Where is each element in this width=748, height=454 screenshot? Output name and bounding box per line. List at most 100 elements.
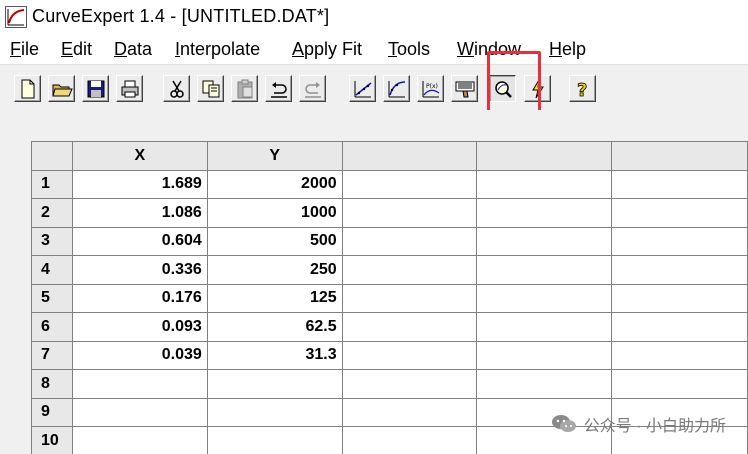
title-bar: CurveExpert 1.4 - [UNTITLED.DAT*] [0, 0, 748, 36]
column-header-3[interactable] [341, 141, 478, 171]
menu-file[interactable]: File [10, 39, 39, 60]
cell-empty[interactable] [476, 226, 613, 256]
interpolation-button[interactable] [451, 75, 478, 102]
cell-empty[interactable] [611, 198, 748, 228]
nonlinear-regression-button[interactable] [383, 75, 410, 102]
print-button[interactable] [116, 75, 143, 102]
row-header[interactable]: 6 [31, 312, 73, 342]
cell-empty[interactable] [341, 283, 478, 313]
watermark: 公众号 · 小白助力所 [550, 412, 726, 436]
menu-help[interactable]: Help [549, 39, 586, 60]
column-header-4[interactable] [476, 141, 613, 171]
app-window: CurveExpert 1.4 - [UNTITLED.DAT*] File E… [0, 0, 748, 454]
row-header[interactable]: 9 [31, 397, 73, 427]
cell-empty[interactable] [611, 340, 748, 370]
cell-x[interactable]: 0.176 [71, 283, 208, 313]
cell-empty[interactable] [341, 312, 478, 342]
cut-button[interactable] [163, 75, 190, 102]
calculate-button[interactable] [524, 75, 551, 102]
linear-regression-button[interactable] [349, 75, 376, 102]
cell-empty[interactable] [341, 369, 478, 399]
grid-header-row: X Y [31, 141, 748, 171]
cut-icon [170, 80, 184, 98]
redo-button[interactable] [299, 75, 326, 102]
table-row: 8 [31, 369, 748, 399]
menu-apply-fit[interactable]: Apply Fit [292, 39, 362, 60]
cell-x[interactable]: 1.086 [71, 198, 208, 228]
cell-empty[interactable] [341, 426, 478, 454]
cell-y[interactable]: 1000 [206, 198, 343, 228]
cell-empty[interactable] [476, 369, 613, 399]
cell-x[interactable]: 1.689 [71, 169, 208, 199]
cell-y[interactable]: 500 [206, 226, 343, 256]
cell-empty[interactable] [476, 169, 613, 199]
cell-empty[interactable] [611, 255, 748, 285]
cell-empty[interactable] [476, 283, 613, 313]
cell-empty[interactable] [611, 312, 748, 342]
table-row: 5 0.176 125 [31, 283, 748, 313]
cell-empty[interactable] [341, 397, 478, 427]
column-header-y[interactable]: Y [206, 141, 343, 171]
menu-tools[interactable]: Tools [388, 39, 430, 60]
cell-empty[interactable] [341, 169, 478, 199]
cell-y[interactable]: 2000 [206, 169, 343, 199]
cell-x[interactable]: 0.336 [71, 255, 208, 285]
cell-empty[interactable] [341, 255, 478, 285]
row-header[interactable]: 4 [31, 255, 73, 285]
column-header-5[interactable] [611, 141, 748, 171]
menu-window[interactable]: Window [457, 39, 521, 60]
cell-empty[interactable] [611, 226, 748, 256]
cell-y[interactable]: 62.5 [206, 312, 343, 342]
cell-x[interactable] [71, 369, 208, 399]
paste-button[interactable] [231, 75, 258, 102]
row-header[interactable]: 5 [31, 283, 73, 313]
row-header[interactable]: 10 [31, 426, 73, 454]
table-row: 4 0.336 250 [31, 255, 748, 285]
copy-button[interactable] [197, 75, 224, 102]
menu-edit[interactable]: Edit [61, 39, 92, 60]
undo-button[interactable] [265, 75, 292, 102]
cell-empty[interactable] [341, 226, 478, 256]
menu-interpolate[interactable]: Interpolate [175, 39, 260, 60]
cell-y[interactable] [206, 397, 343, 427]
curve-finder-button[interactable] [489, 75, 516, 102]
table-row: 2 1.086 1000 [31, 198, 748, 228]
cell-empty[interactable] [341, 340, 478, 370]
cell-empty[interactable] [476, 255, 613, 285]
column-header-x[interactable]: X [71, 141, 208, 171]
wechat-icon [550, 413, 578, 435]
cell-y[interactable] [206, 369, 343, 399]
open-button[interactable] [48, 75, 75, 102]
cell-empty[interactable] [611, 283, 748, 313]
menu-data[interactable]: Data [114, 39, 152, 60]
cell-empty[interactable] [476, 312, 613, 342]
help-button[interactable]: ? [569, 75, 596, 102]
curve-app-icon [5, 6, 27, 28]
cell-empty[interactable] [341, 198, 478, 228]
cell-y[interactable]: 125 [206, 283, 343, 313]
row-header[interactable]: 8 [31, 369, 73, 399]
print-icon [121, 80, 139, 98]
cell-x[interactable]: 0.039 [71, 340, 208, 370]
cell-empty[interactable] [611, 169, 748, 199]
cell-x[interactable]: 0.093 [71, 312, 208, 342]
cell-x[interactable]: 0.604 [71, 226, 208, 256]
cell-x[interactable] [71, 426, 208, 454]
cell-empty[interactable] [476, 340, 613, 370]
polynomial-button[interactable]: P(x) [417, 75, 444, 102]
cell-empty[interactable] [476, 198, 613, 228]
row-header[interactable]: 1 [31, 169, 73, 199]
row-header[interactable]: 3 [31, 226, 73, 256]
cell-empty[interactable] [611, 369, 748, 399]
row-header[interactable]: 2 [31, 198, 73, 228]
save-button[interactable] [82, 75, 109, 102]
cell-x[interactable] [71, 397, 208, 427]
new-file-button[interactable] [14, 75, 41, 102]
row-header[interactable]: 7 [31, 340, 73, 370]
cell-y[interactable]: 31.3 [206, 340, 343, 370]
cell-y[interactable]: 250 [206, 255, 343, 285]
grid-corner[interactable] [31, 141, 73, 171]
undo-icon [271, 82, 287, 98]
save-icon [87, 80, 105, 98]
cell-y[interactable] [206, 426, 343, 454]
